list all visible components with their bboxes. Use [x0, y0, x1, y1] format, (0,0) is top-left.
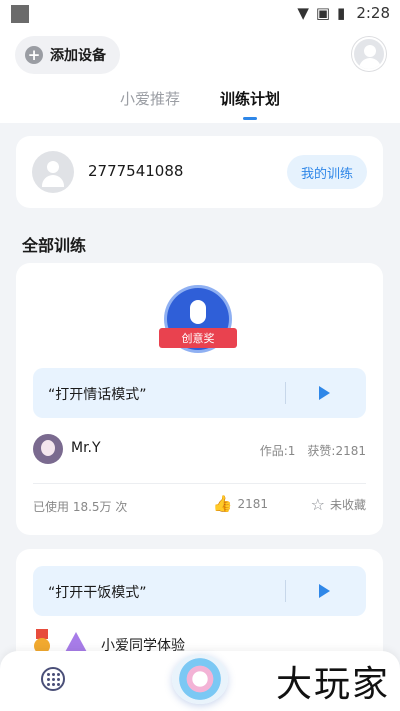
- author-row: Mr.Y 作品:1 获赞:2181: [33, 434, 366, 466]
- add-device-label: 添加设备: [50, 48, 106, 64]
- author-avatar[interactable]: [33, 434, 63, 464]
- microphone-icon: [190, 300, 206, 324]
- favorite-button[interactable]: ☆ 未收藏: [311, 496, 366, 513]
- status-time: 2:28: [356, 4, 390, 22]
- like-button[interactable]: 👍 2181: [213, 496, 268, 512]
- my-training-button[interactable]: 我的训练: [286, 155, 367, 189]
- command-box[interactable]: “打开干饭模式”: [33, 566, 366, 616]
- wifi-icon: ▼: [297, 4, 309, 22]
- training-card[interactable]: 创意奖 “打开情话模式” Mr.Y 作品:1 获赞:2181 已使用 18.5万…: [16, 263, 383, 535]
- divider: [33, 483, 366, 484]
- profile-avatar[interactable]: [352, 37, 386, 71]
- user-avatar: [32, 151, 74, 193]
- command-text: “打开情话模式”: [48, 387, 147, 403]
- command-text: “打开干饭模式”: [48, 585, 147, 601]
- plus-icon: +: [25, 46, 43, 64]
- likes-received: 获赞:2181: [307, 444, 366, 458]
- tab-bar: 小爱推荐 训练计划: [0, 88, 400, 120]
- star-icon: ☆: [310, 494, 325, 514]
- card-footer: 已使用 18.5万 次 👍 2181 ☆ 未收藏: [33, 496, 366, 516]
- notification-icon: [11, 5, 29, 23]
- favorite-label: 未收藏: [329, 498, 366, 512]
- tab-training-plan[interactable]: 训练计划: [220, 88, 280, 120]
- no-sim-icon: ▣: [315, 4, 331, 22]
- tab-recommend[interactable]: 小爱推荐: [120, 88, 180, 109]
- usage-count: 已使用 18.5万 次: [33, 500, 128, 514]
- creative-award-badge: 创意奖: [159, 288, 237, 358]
- play-icon[interactable]: [319, 584, 330, 598]
- works-count: 作品:1: [259, 444, 296, 458]
- user-card: 2777541088 我的训练: [16, 136, 383, 208]
- watermark-logo: 大玩家: [275, 664, 390, 705]
- section-title: 全部训练: [22, 236, 87, 255]
- status-bar: ▼ ▣ ▮ 2:28: [0, 0, 400, 28]
- thumbs-up-icon: 👍: [212, 494, 233, 513]
- user-id: 2777541088: [88, 162, 184, 180]
- badge-label: 创意奖: [159, 328, 237, 348]
- top-header: + 添加设备 小爱推荐 训练计划: [0, 28, 400, 123]
- command-box[interactable]: “打开情话模式”: [33, 368, 366, 418]
- battery-charging-icon: ▮: [337, 4, 346, 22]
- play-icon[interactable]: [319, 386, 330, 400]
- add-device-button[interactable]: + 添加设备: [15, 36, 120, 74]
- like-count: 2181: [237, 497, 268, 511]
- author-name[interactable]: Mr.Y: [71, 440, 101, 456]
- xiaoai-assistant-button[interactable]: [172, 654, 228, 704]
- apps-grid-icon[interactable]: [41, 667, 65, 691]
